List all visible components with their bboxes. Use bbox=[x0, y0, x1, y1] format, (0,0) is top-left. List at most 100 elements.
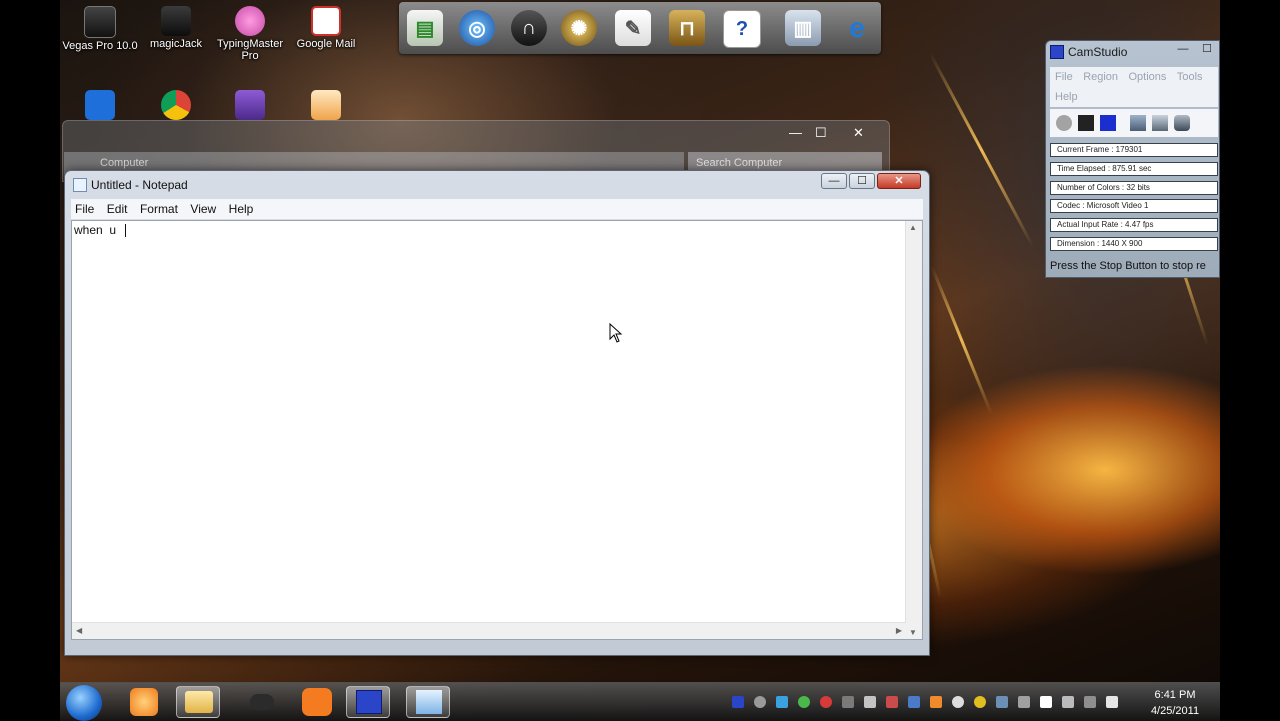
record-icon[interactable] bbox=[1056, 115, 1072, 131]
tray-monitor-icon[interactable] bbox=[996, 696, 1008, 708]
tray-record-icon[interactable] bbox=[754, 696, 766, 708]
dock-globe-icon[interactable]: ◎ bbox=[459, 10, 495, 46]
dock-notes-icon[interactable]: ✎ bbox=[615, 10, 651, 46]
menu-format[interactable]: Format bbox=[136, 199, 182, 219]
start-button[interactable] bbox=[66, 685, 102, 721]
stop-icon[interactable] bbox=[1100, 115, 1116, 131]
tray-status-icon[interactable] bbox=[974, 696, 986, 708]
tray-flag-icon[interactable] bbox=[886, 696, 898, 708]
taskbar-clock[interactable]: 6:41 PM 4/25/2011 bbox=[1135, 687, 1215, 719]
tray-action-center-icon[interactable] bbox=[1040, 696, 1052, 708]
menu-view[interactable]: View bbox=[186, 199, 220, 219]
photo-icon bbox=[311, 90, 341, 120]
taskbar-notepad-button[interactable] bbox=[406, 686, 450, 718]
tray-chat-icon[interactable] bbox=[798, 696, 810, 708]
teamviewer-icon bbox=[85, 90, 115, 120]
desktop-icon-label: Vegas Pro 10.0 bbox=[62, 40, 138, 52]
dock-lock-icon[interactable]: ⊓ bbox=[669, 10, 705, 46]
desktop-icon-photo-app[interactable] bbox=[288, 90, 364, 122]
camera-icon[interactable] bbox=[1174, 115, 1190, 131]
camstudio-menu-help[interactable]: Help bbox=[1055, 91, 1078, 103]
tray-tool-icon[interactable] bbox=[864, 696, 876, 708]
desktop-icon-label: Google Mail bbox=[296, 38, 356, 50]
gmail-icon bbox=[311, 6, 341, 36]
camstudio-menu-file[interactable]: File bbox=[1055, 71, 1073, 83]
taskbar-blogger-button[interactable] bbox=[296, 686, 340, 718]
tray-clock-icon[interactable] bbox=[952, 696, 964, 708]
menu-file[interactable]: File bbox=[71, 199, 98, 219]
dock-scanner-icon[interactable]: ▤ bbox=[407, 10, 443, 46]
dock-internet-explorer-icon[interactable]: e bbox=[839, 10, 875, 46]
camstudio-menu-options[interactable]: Options bbox=[1129, 71, 1167, 83]
desktop-icon-shield-app[interactable] bbox=[212, 90, 288, 122]
pause-icon[interactable] bbox=[1078, 115, 1094, 131]
chrome-icon bbox=[161, 90, 191, 120]
desktop-icon-google-mail[interactable]: Google Mail bbox=[288, 6, 364, 50]
close-button[interactable]: ✕ bbox=[877, 173, 921, 189]
dock-help-icon[interactable]: ? bbox=[723, 10, 761, 48]
notepad-window: Untitled - Notepad — ☐ ✕ File Edit Forma… bbox=[64, 170, 930, 656]
scroll-left-icon[interactable]: ◀ bbox=[76, 626, 82, 635]
recording-stats: Current Frame : 179301 Time Elapsed : 87… bbox=[1050, 143, 1218, 256]
tray-camstudio-icon[interactable] bbox=[732, 696, 744, 708]
tray-network-icon[interactable] bbox=[776, 696, 788, 708]
dock-headphones-icon[interactable]: ∩ bbox=[511, 10, 547, 46]
tool-icon bbox=[250, 694, 274, 710]
dock-film-reel-icon[interactable]: ✺ bbox=[561, 10, 597, 46]
desktop-icon-label: TypingMaster Pro bbox=[216, 38, 284, 62]
rocket-dock: ▤ ◎ ∩ ✺ ✎ ⊓ ? ▥ e bbox=[399, 2, 881, 54]
folder-icon bbox=[185, 691, 213, 713]
desktop-icon-vegas-pro[interactable]: Vegas Pro 10.0 bbox=[62, 6, 138, 52]
scroll-down-icon[interactable]: ▼ bbox=[909, 628, 917, 637]
vertical-scrollbar[interactable]: ▲ ▼ bbox=[905, 221, 922, 639]
taskbar-media-player-icon[interactable] bbox=[130, 688, 158, 716]
text-editor[interactable]: when u ▲ ▼ ◀ ▶ bbox=[71, 220, 923, 640]
tray-power-icon[interactable] bbox=[1062, 696, 1074, 708]
camstudio-menu-tools[interactable]: Tools bbox=[1177, 71, 1203, 83]
horizontal-scrollbar[interactable]: ◀ ▶ bbox=[72, 622, 906, 639]
minimize-icon[interactable]: — bbox=[789, 125, 802, 140]
screen-annotation-icon[interactable] bbox=[1130, 115, 1146, 131]
stat-current-frame: Current Frame : 179301 bbox=[1050, 143, 1218, 157]
stat-codec: Codec : Microsoft Video 1 bbox=[1050, 199, 1218, 214]
tray-network-status-icon[interactable] bbox=[1084, 696, 1096, 708]
video-annotation-icon[interactable] bbox=[1152, 115, 1168, 131]
desktop-icon-teamviewer[interactable] bbox=[62, 90, 138, 122]
tray-fire-icon[interactable] bbox=[930, 696, 942, 708]
tray-volume-icon[interactable] bbox=[1106, 696, 1118, 708]
tray-device-icon[interactable] bbox=[842, 696, 854, 708]
dock-recycle-bin-icon[interactable]: ▥ bbox=[785, 10, 821, 46]
camstudio-logo-icon bbox=[1050, 45, 1064, 59]
scroll-up-icon[interactable]: ▲ bbox=[909, 223, 917, 232]
camstudio-window: CamStudio — ☐ File Region Options Tools … bbox=[1045, 40, 1220, 278]
camstudio-icon bbox=[356, 690, 382, 714]
blogger-icon bbox=[302, 688, 332, 716]
wallpaper-streak bbox=[928, 52, 1035, 248]
maximize-icon[interactable]: ☐ bbox=[815, 125, 827, 141]
minimize-button[interactable]: — bbox=[821, 173, 847, 189]
close-icon[interactable]: ✕ bbox=[853, 125, 864, 141]
tray-keyboard-icon[interactable] bbox=[1018, 696, 1030, 708]
magicjack-icon bbox=[161, 6, 191, 36]
taskbar-explorer-button[interactable] bbox=[176, 686, 220, 718]
mouse-cursor-icon bbox=[609, 322, 623, 348]
editor-text: when u bbox=[74, 223, 123, 237]
desktop-icon-typingmaster[interactable]: TypingMaster Pro bbox=[212, 6, 288, 62]
window-title: Untitled - Notepad bbox=[91, 178, 188, 192]
taskbar-tool-button[interactable] bbox=[240, 686, 284, 718]
maximize-button[interactable]: ☐ bbox=[849, 173, 875, 189]
tray-security-icon[interactable] bbox=[820, 696, 832, 708]
menu-edit[interactable]: Edit bbox=[103, 199, 132, 219]
scroll-right-icon[interactable]: ▶ bbox=[896, 626, 902, 635]
text-caret bbox=[124, 224, 126, 238]
camstudio-minimize-button[interactable]: — bbox=[1172, 43, 1194, 57]
tray-update-icon[interactable] bbox=[908, 696, 920, 708]
camstudio-maximize-button[interactable]: ☐ bbox=[1196, 43, 1218, 57]
typingmaster-icon bbox=[235, 6, 265, 36]
taskbar-camstudio-button[interactable] bbox=[346, 686, 390, 718]
desktop-icon-magicjack[interactable]: magicJack bbox=[138, 6, 214, 50]
desktop-icon-chrome[interactable] bbox=[138, 90, 214, 122]
camstudio-menu-region[interactable]: Region bbox=[1083, 71, 1118, 83]
menu-help[interactable]: Help bbox=[225, 199, 258, 219]
clock-time: 6:41 PM bbox=[1154, 689, 1196, 701]
